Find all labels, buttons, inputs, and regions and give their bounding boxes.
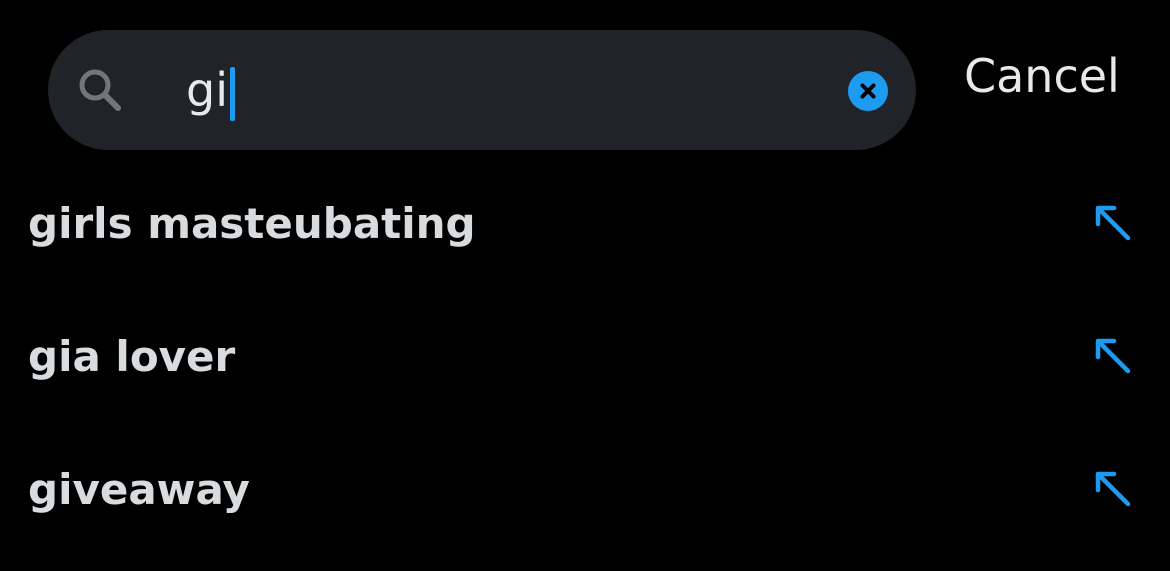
suggestion-item[interactable]: giveaway bbox=[0, 422, 1170, 555]
search-icon bbox=[78, 68, 122, 112]
close-circle-icon bbox=[848, 71, 888, 111]
suggestion-label: giveaway bbox=[28, 465, 250, 514]
search-bar[interactable]: gi bbox=[48, 30, 916, 150]
suggestion-label: girls masteubating bbox=[28, 199, 476, 248]
search-input-value: gi bbox=[186, 63, 228, 117]
search-input[interactable]: gi bbox=[186, 50, 235, 130]
suggestion-label: gia lover bbox=[28, 332, 236, 381]
arrow-up-left-icon[interactable] bbox=[1092, 468, 1134, 510]
arrow-up-left-icon[interactable] bbox=[1092, 202, 1134, 244]
arrow-up-left-icon[interactable] bbox=[1092, 335, 1134, 377]
cancel-button[interactable]: Cancel bbox=[964, 38, 1120, 114]
search-screen: gi Cancel girls masteubating gia lover g… bbox=[0, 0, 1170, 571]
text-caret bbox=[229, 67, 235, 121]
search-suggestions-list: girls masteubating gia lover giveaway bbox=[0, 156, 1170, 555]
suggestion-item[interactable]: girls masteubating bbox=[0, 156, 1170, 289]
suggestion-item[interactable]: gia lover bbox=[0, 289, 1170, 422]
clear-search-button[interactable] bbox=[848, 71, 888, 111]
